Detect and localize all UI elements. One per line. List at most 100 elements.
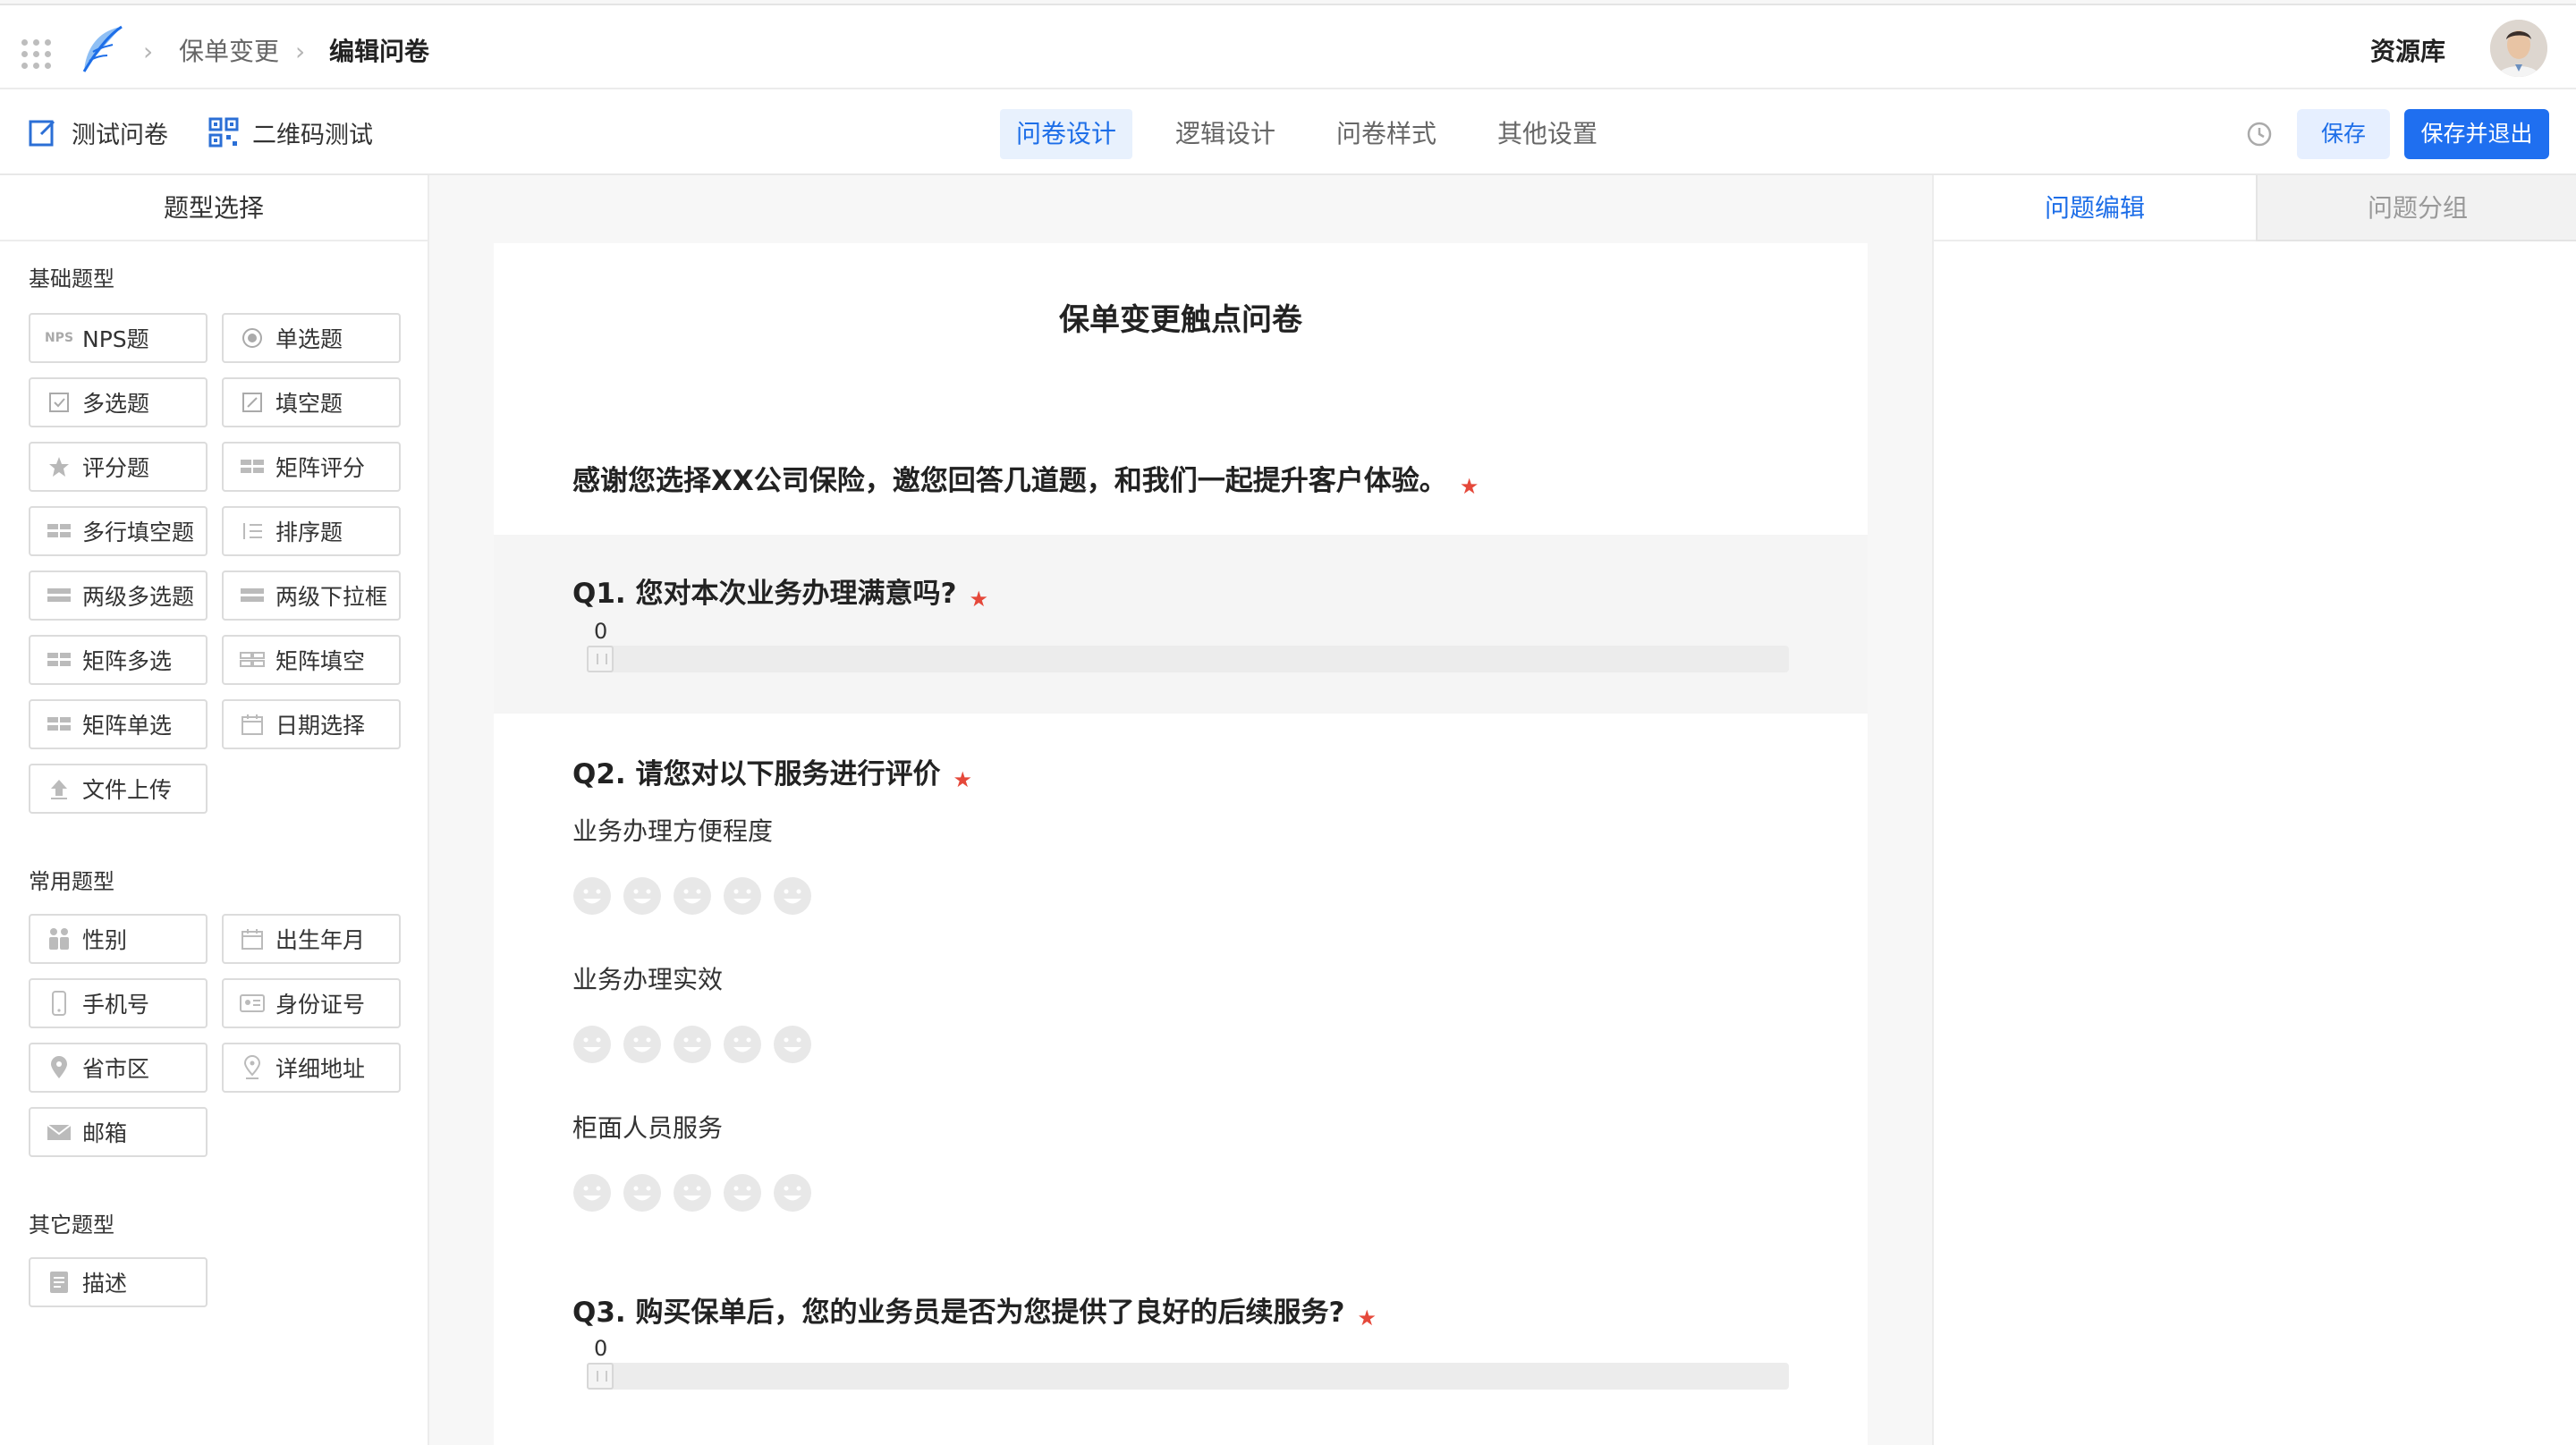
smiley-face-icon[interactable] [572, 1173, 612, 1213]
star-icon [47, 454, 72, 479]
save-button[interactable]: 保存 [2297, 109, 2390, 159]
q3-slider-track[interactable] [587, 1363, 1789, 1390]
test-survey-button[interactable]: 测试问卷 [27, 111, 168, 154]
breadcrumb-current: 编辑问卷 [329, 37, 430, 66]
smiley-face-icon[interactable] [572, 1025, 612, 1064]
breadcrumb-parent[interactable]: 保单变更 [179, 34, 279, 70]
location-icon [47, 1055, 72, 1080]
q3-slider-handle[interactable] [587, 1363, 614, 1390]
q2-item-2-faces[interactable] [572, 1025, 823, 1064]
id-card-icon [240, 991, 265, 1016]
smiley-face-icon[interactable] [723, 1173, 762, 1213]
question-3-title[interactable]: Q3. 购买保单后，您的业务员是否为您提供了良好的后续服务? ★ [572, 1289, 1377, 1331]
tab-other-settings[interactable]: 其他设置 [1481, 109, 1614, 159]
smiley-face-icon[interactable] [673, 876, 712, 916]
qtype-phone[interactable]: 手机号 [29, 978, 208, 1028]
checkbox-icon [47, 390, 72, 415]
apps-grid-icon[interactable] [21, 39, 51, 69]
qr-test-button[interactable]: 二维码测试 [208, 111, 373, 154]
tab-survey-design[interactable]: 问卷设计 [1000, 109, 1132, 159]
qtype-matrix-rating[interactable]: 矩阵评分 [222, 442, 401, 492]
phone-icon [47, 991, 72, 1016]
q1-slider-track[interactable] [587, 646, 1789, 672]
q1-slider-value: 0 [594, 619, 608, 644]
qtype-gender[interactable]: 性别 [29, 914, 208, 964]
panel-title: 题型选择 [0, 175, 428, 241]
group-title-other: 其它题型 [29, 1213, 114, 1238]
chevron-right-icon: › [295, 37, 306, 66]
qtype-sort[interactable]: 排序题 [222, 506, 401, 556]
qtype-multi-choice[interactable]: 多选题 [29, 377, 208, 427]
resource-library-link[interactable]: 资源库 [2370, 34, 2445, 70]
survey-intro[interactable]: 感谢您选择XX公司保险，邀您回答几道题，和我们一起提升客户体验。 ★ [572, 458, 1479, 499]
qtype-description[interactable]: 描述 [29, 1257, 208, 1307]
qr-code-icon [208, 117, 239, 148]
survey-canvas: 保单变更触点问卷 感谢您选择XX公司保险，邀您回答几道题，和我们一起提升客户体验… [494, 243, 1868, 1445]
radio-icon [240, 325, 265, 351]
user-avatar[interactable] [2490, 20, 2547, 77]
tab-question-edit[interactable]: 问题编辑 [1934, 175, 2256, 241]
gender-icon [47, 926, 72, 951]
save-and-exit-button[interactable]: 保存并退出 [2404, 109, 2549, 159]
editor-toolbar: 测试问卷 二维码测试 问卷设计 逻辑设计 问卷样式 其他设置 保存 保存并退出 [0, 89, 2576, 175]
upload-icon [47, 776, 72, 801]
survey-title[interactable]: 保单变更触点问卷 [494, 295, 1868, 339]
qtype-date[interactable]: 日期选择 [222, 699, 401, 749]
qtype-matrix-multi[interactable]: 矩阵多选 [29, 635, 208, 685]
smiley-face-icon[interactable] [773, 1173, 812, 1213]
qtype-nps[interactable]: NPS NPS题 [29, 313, 208, 363]
qtype-email[interactable]: 邮箱 [29, 1107, 208, 1157]
qtype-fill-blank[interactable]: 填空题 [222, 377, 401, 427]
edit-icon [240, 390, 265, 415]
smiley-face-icon[interactable] [773, 876, 812, 916]
dropdown-icon [240, 583, 265, 608]
chevron-right-icon: › [143, 37, 154, 66]
q1-slider-handle[interactable] [587, 646, 614, 672]
history-clock-icon[interactable] [2245, 120, 2274, 148]
qtype-matrix-fill[interactable]: 矩阵填空 [222, 635, 401, 685]
smiley-face-icon[interactable] [572, 876, 612, 916]
qtype-birth-date[interactable]: 出生年月 [222, 914, 401, 964]
calendar-icon [240, 712, 265, 737]
smiley-face-icon[interactable] [623, 876, 662, 916]
smiley-face-icon[interactable] [673, 1173, 712, 1213]
qtype-single-choice[interactable]: 单选题 [222, 313, 401, 363]
document-icon [47, 1270, 72, 1295]
smiley-face-icon[interactable] [773, 1025, 812, 1064]
test-survey-label: 测试问卷 [72, 121, 168, 149]
required-star-icon: ★ [1357, 1306, 1377, 1331]
qtype-two-level-dropdown[interactable]: 两级下拉框 [222, 570, 401, 621]
nps-icon: NPS [44, 331, 74, 345]
matrix-icon [240, 454, 265, 479]
question-1-block[interactable]: Q1. 您对本次业务办理满意吗? ★ 0 [494, 535, 1868, 714]
qtype-multi-line-fill[interactable]: 多行填空题 [29, 506, 208, 556]
question-edit-panel: 问题编辑 问题分组 [1932, 175, 2576, 1445]
qtype-matrix-single[interactable]: 矩阵单选 [29, 699, 208, 749]
sort-icon [240, 519, 265, 544]
matrix-icon [240, 647, 265, 672]
tab-logic-design[interactable]: 逻辑设计 [1159, 109, 1292, 159]
question-2-title[interactable]: Q2. 请您对以下服务进行评价 ★ [572, 751, 972, 792]
question-type-panel: 题型选择 基础题型 常用题型 其它题型 NPS NPS题 单选题 多选题 填空题… [0, 175, 429, 1445]
smiley-face-icon[interactable] [623, 1173, 662, 1213]
mail-icon [47, 1120, 72, 1145]
feather-logo-icon[interactable] [72, 21, 131, 80]
smiley-face-icon[interactable] [673, 1025, 712, 1064]
qtype-two-level-multi[interactable]: 两级多选题 [29, 570, 208, 621]
qtype-region[interactable]: 省市区 [29, 1043, 208, 1093]
question-1-title: Q1. 您对本次业务办理满意吗? ★ [572, 578, 988, 612]
q2-item-3-faces[interactable] [572, 1173, 823, 1213]
tab-survey-style[interactable]: 问卷样式 [1320, 109, 1453, 159]
qtype-rating[interactable]: 评分题 [29, 442, 208, 492]
calendar-icon [240, 926, 265, 951]
smiley-face-icon[interactable] [723, 876, 762, 916]
q2-item-1-faces[interactable] [572, 876, 823, 916]
qtype-id-number[interactable]: 身份证号 [222, 978, 401, 1028]
smiley-face-icon[interactable] [623, 1025, 662, 1064]
smiley-face-icon[interactable] [723, 1025, 762, 1064]
group-title-basic: 基础题型 [29, 266, 114, 292]
required-star-icon: ★ [1459, 474, 1479, 499]
qtype-address[interactable]: 详细地址 [222, 1043, 401, 1093]
tab-question-group[interactable]: 问题分组 [2256, 175, 2576, 241]
qtype-file-upload[interactable]: 文件上传 [29, 764, 208, 814]
